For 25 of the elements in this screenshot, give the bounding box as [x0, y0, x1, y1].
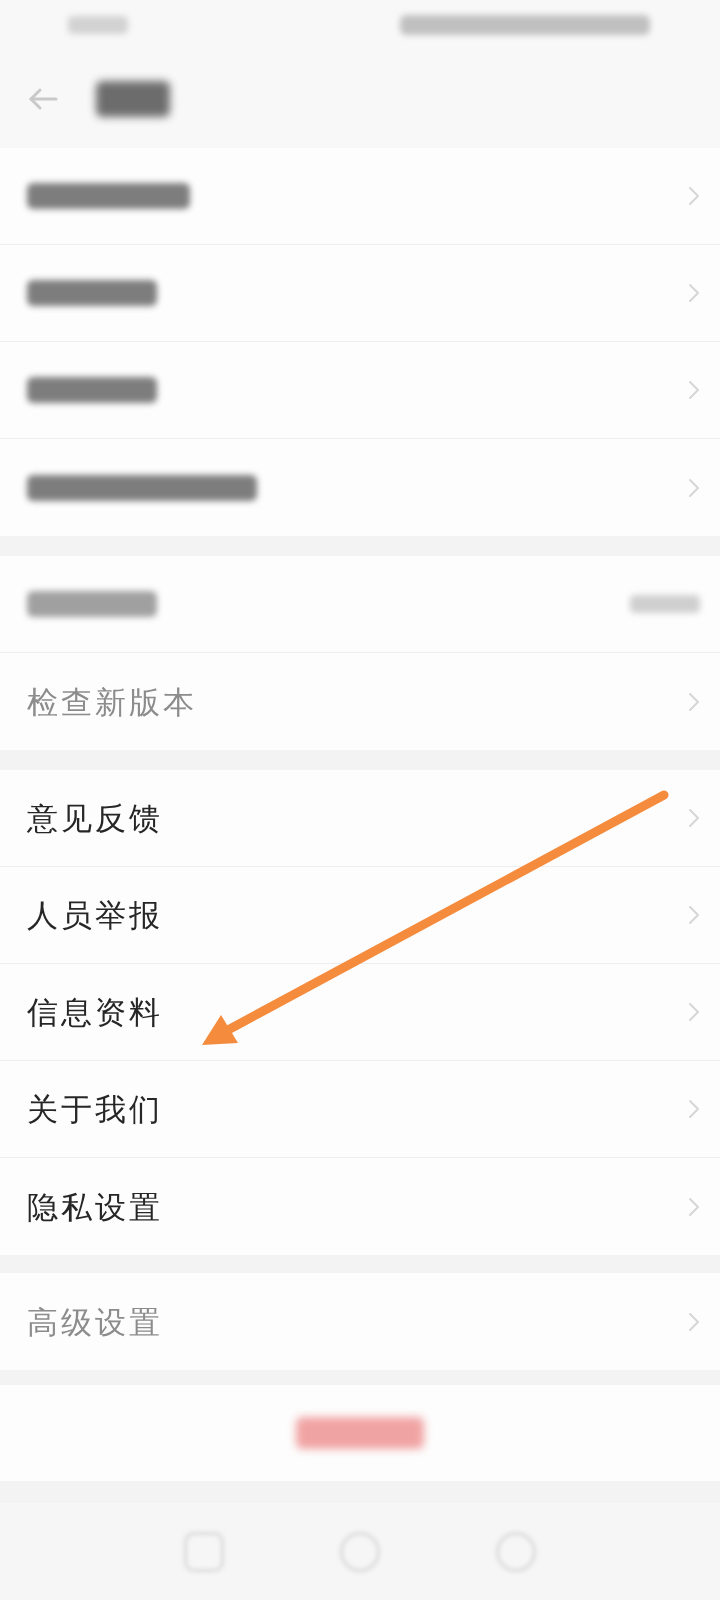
settings-item[interactable] [0, 342, 720, 439]
settings-item[interactable]: 人员举报 [0, 867, 720, 964]
back-arrow-icon [28, 87, 58, 111]
chevron-icon [688, 1196, 700, 1217]
blurred-value [630, 595, 700, 613]
blurred-time [68, 16, 128, 34]
chevron-icon [688, 283, 700, 303]
chevron-icon [688, 691, 700, 712]
settings-item[interactable] [0, 556, 720, 653]
chevron-icon [688, 905, 700, 925]
chevron-icon [688, 477, 700, 498]
settings-item[interactable]: 关于我们 [0, 1061, 720, 1158]
settings-item[interactable] [0, 245, 720, 342]
settings-item[interactable] [0, 148, 720, 245]
chevron-icon [688, 1002, 700, 1022]
settings-item[interactable]: 隐私设置 [0, 1158, 720, 1255]
chevron-icon [688, 1311, 700, 1332]
settings-item[interactable]: 信息资料 [0, 964, 720, 1061]
settings-item[interactable] [0, 439, 720, 536]
chevron-icon [688, 808, 700, 828]
chevron-icon [688, 380, 700, 400]
chevron-icon [688, 1099, 700, 1119]
blurred-button[interactable] [0, 1385, 720, 1481]
chevron-icon [688, 186, 700, 206]
settings-item[interactable]: 意见反馈 [0, 770, 720, 867]
